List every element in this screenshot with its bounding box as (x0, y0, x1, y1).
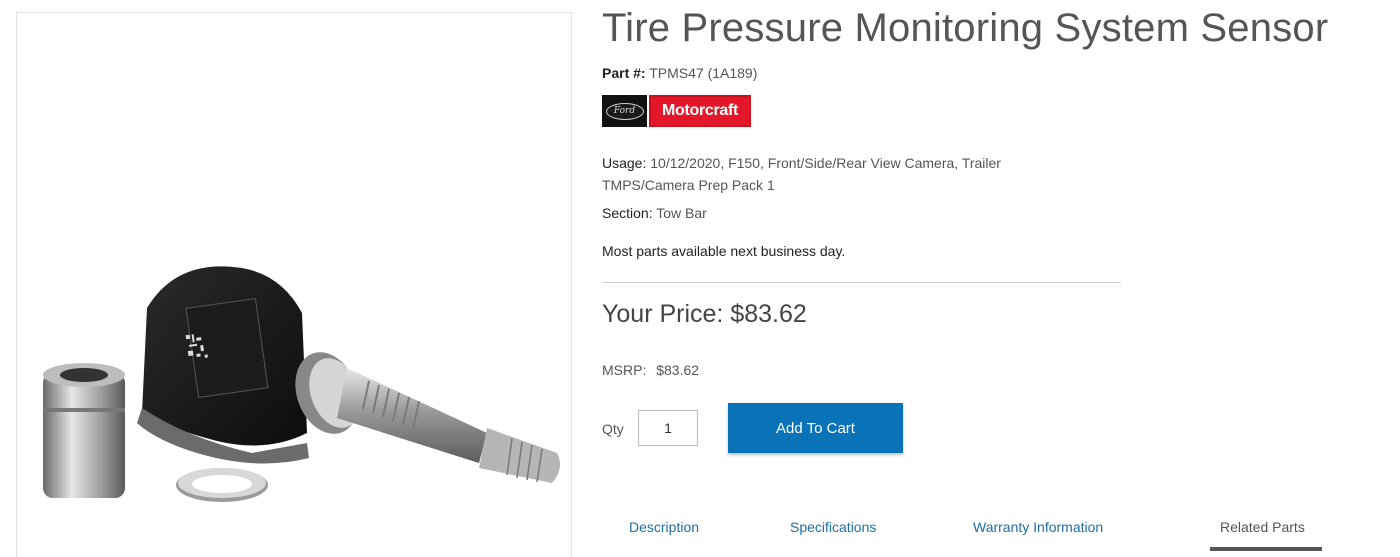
nut-part (43, 363, 125, 498)
your-price: Your Price: $83.62 (602, 300, 807, 329)
usage-label: Usage: (602, 155, 647, 171)
ford-logo: Ford (602, 95, 647, 127)
product-image (43, 266, 561, 502)
qty-input[interactable] (638, 410, 698, 446)
tab-description[interactable]: Description (629, 519, 699, 535)
usage-value: 10/12/2020, F150, Front/Side/Rear View C… (602, 155, 1001, 193)
section-label: Section: (602, 205, 653, 221)
your-price-value: $83.62 (730, 300, 807, 328)
msrp: MSRP: $83.62 (602, 362, 699, 378)
part-number-row: Part #: TPMS47 (1A189) (602, 65, 757, 81)
page-title: Tire Pressure Monitoring System Sensor (602, 6, 1329, 50)
product-image-panel[interactable] (16, 12, 572, 557)
usage-info: Usage: 10/12/2020, F150, Front/Side/Rear… (602, 152, 1062, 196)
valve-stem (295, 352, 561, 483)
tab-warranty-information[interactable]: Warranty Information (973, 519, 1103, 535)
sensor-body (137, 266, 309, 464)
brand-logos: Ford Motorcraft (602, 95, 751, 127)
tab-specifications[interactable]: Specifications (790, 519, 876, 535)
tab-related-parts[interactable]: Related Parts (1220, 519, 1305, 535)
your-price-label: Your Price: (602, 300, 724, 328)
divider (602, 282, 1121, 283)
part-number-label: Part #: (602, 65, 646, 81)
product-tabs: Description Specifications Warranty Info… (602, 505, 1392, 557)
qty-label: Qty (602, 421, 624, 437)
availability-note: Most parts available next business day. (602, 243, 846, 259)
section-info: Section: Tow Bar (602, 205, 707, 221)
active-tab-indicator (1210, 547, 1322, 551)
motorcraft-logo: Motorcraft (649, 95, 751, 127)
part-number-value: TPMS47 (1A189) (649, 65, 758, 81)
washer-part (176, 468, 268, 502)
msrp-label: MSRP: (602, 362, 647, 378)
msrp-value: $83.62 (656, 362, 700, 378)
add-to-cart-button[interactable]: Add To Cart (728, 403, 903, 453)
section-value: Tow Bar (656, 205, 707, 221)
